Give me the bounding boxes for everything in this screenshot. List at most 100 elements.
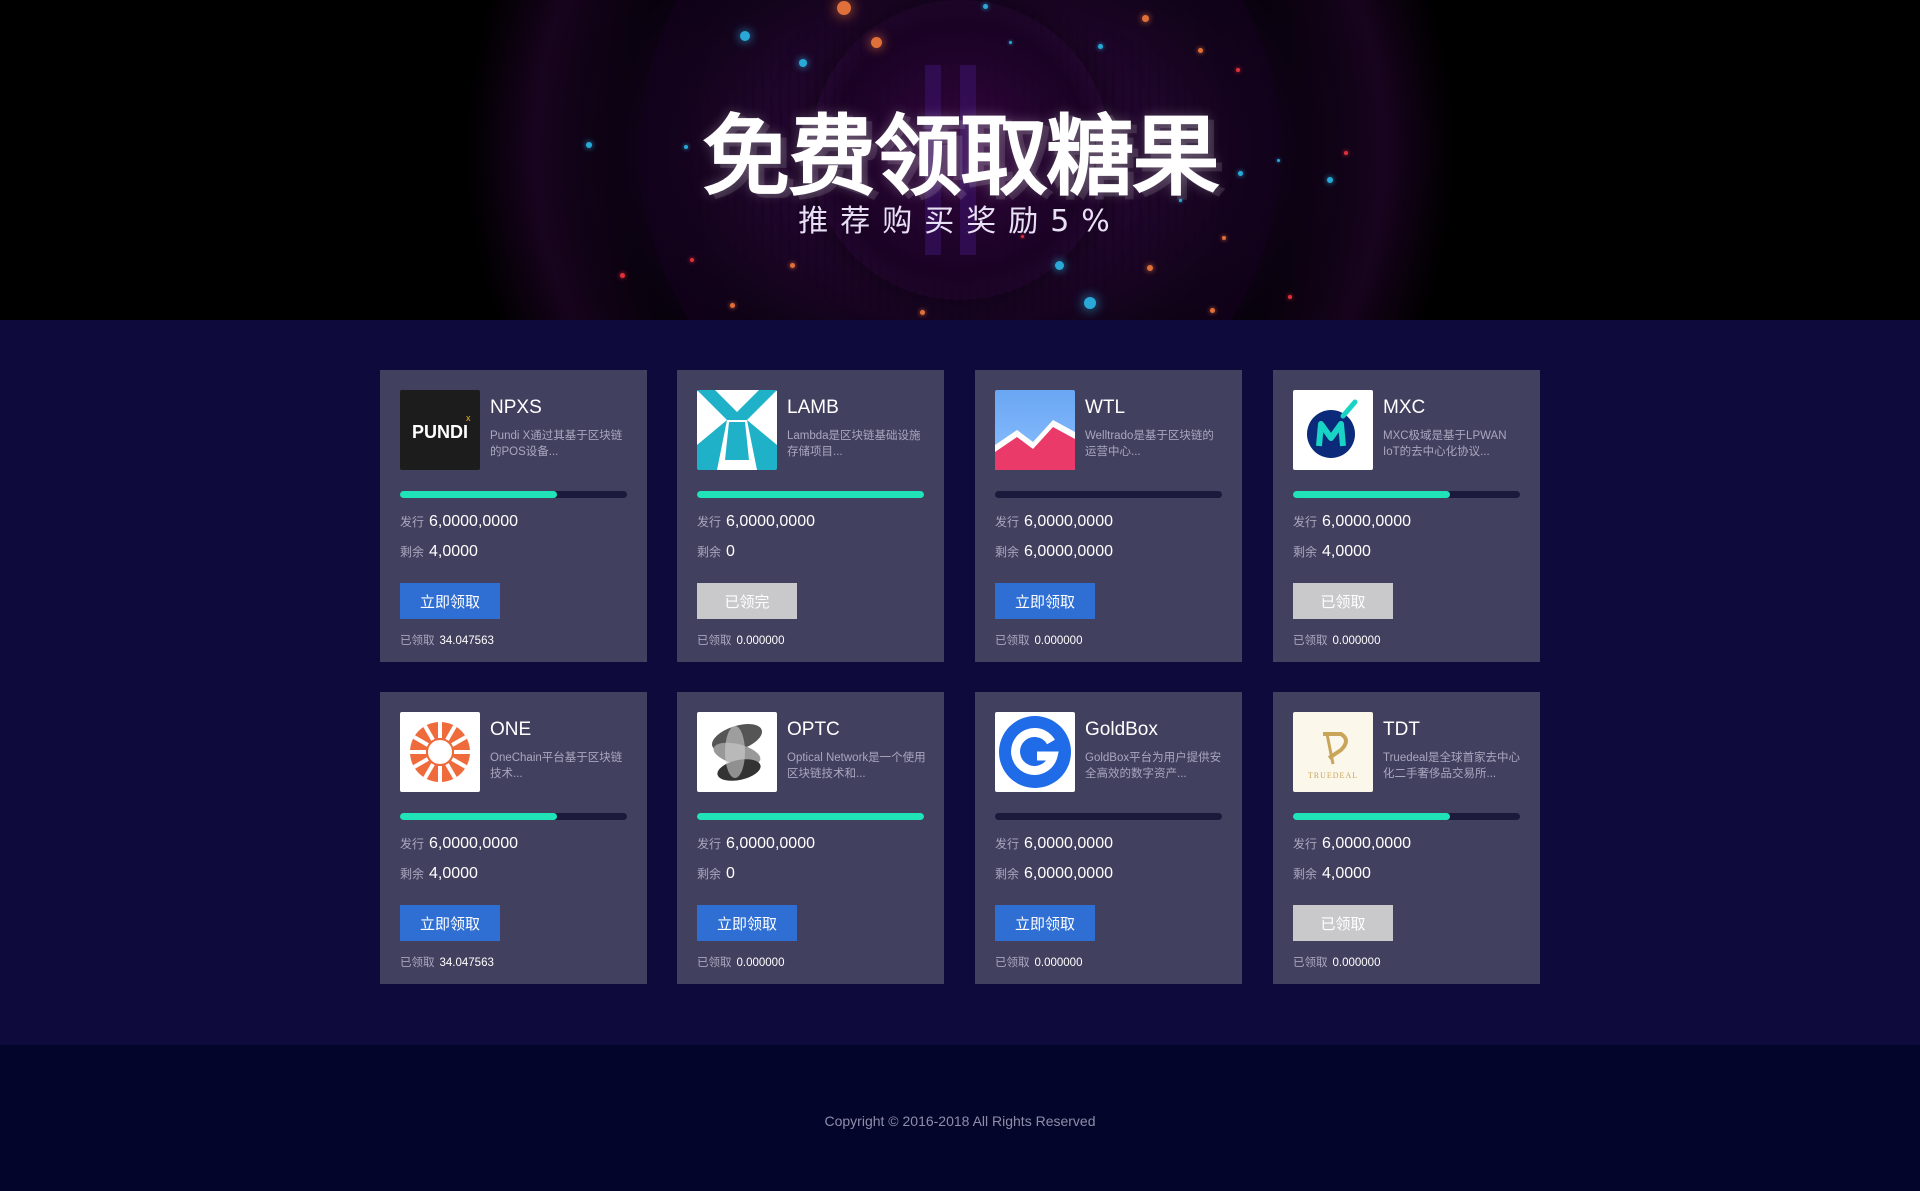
remaining-label: 剩余 <box>697 867 722 881</box>
claim-progress-fill <box>400 813 557 820</box>
issued-row: 发行 6,0000,0000 <box>697 835 815 853</box>
claimed-row: 已领取 0.000000 <box>697 632 784 648</box>
token-description: Pundi X通过其基于区块链的POS设备... <box>490 430 623 458</box>
claimed-row: 已领取 0.000000 <box>995 632 1082 648</box>
claimed-row: 已领取 0.000000 <box>1293 954 1380 970</box>
particle-dot <box>870 36 882 48</box>
particle-dot <box>799 59 807 67</box>
remaining-label: 剩余 <box>995 867 1020 881</box>
claim-button[interactable]: 立即领取 <box>995 583 1095 619</box>
particle-dot <box>1097 43 1103 49</box>
welltrado-logo-icon <box>995 390 1075 470</box>
issued-row: 发行 6,0000,0000 <box>400 513 518 531</box>
svg-text:TRUEDEAL: TRUEDEAL <box>1308 771 1358 780</box>
remaining-value: 0 <box>726 543 735 560</box>
issued-value: 6,0000,0000 <box>1322 835 1411 852</box>
particle-dot <box>1054 260 1064 270</box>
claim-button[interactable]: 已领完 <box>697 583 797 619</box>
remaining-label: 剩余 <box>995 545 1020 559</box>
token-name: WTL <box>1085 397 1126 418</box>
token-card-goldbox: GoldBox GoldBox平台为用户提供安全高效的数字资产... 发行 6,000… <box>975 692 1242 984</box>
remaining-row: 剩余 4,0000 <box>1293 543 1371 561</box>
remaining-value: 0 <box>726 865 735 882</box>
particle-dot <box>982 3 988 9</box>
claim-progress-bar <box>400 491 627 498</box>
token-description: Welltrado是基于区块链的运营中心... <box>1085 430 1214 458</box>
optical-network-logo-icon <box>697 712 777 792</box>
issued-label: 发行 <box>995 837 1020 851</box>
issued-row: 发行 6,0000,0000 <box>1293 513 1411 531</box>
token-card-wtl: WTL Welltrado是基于区块链的运营中心... 发行 6,0000,0000 剩… <box>975 370 1242 662</box>
remaining-value: 6,0000,0000 <box>1024 543 1113 560</box>
lambda-logo-icon <box>697 390 777 470</box>
token-name: LAMB <box>787 397 839 418</box>
remaining-row: 剩余 0 <box>697 865 735 883</box>
claimed-value: 34.047563 <box>439 957 494 969</box>
remaining-row: 剩余 4,0000 <box>1293 865 1371 883</box>
claimed-value: 0.000000 <box>736 635 785 647</box>
particle-dot <box>1008 40 1012 44</box>
claimed-label: 已领取 <box>400 635 435 647</box>
token-card-tdt: TRUEDEAL TDT Truedeal是全球首家去中心化二手奢侈品交易所... 发… <box>1273 692 1540 984</box>
claim-button[interactable]: 已领取 <box>1293 905 1393 941</box>
issued-value: 6,0000,0000 <box>726 835 815 852</box>
claimed-label: 已领取 <box>400 957 435 969</box>
claimed-label: 已领取 <box>995 957 1030 969</box>
remaining-row: 剩余 4,0000 <box>400 865 478 883</box>
claimed-row: 已领取 34.047563 <box>400 632 494 648</box>
issued-label: 发行 <box>697 515 722 529</box>
issued-label: 发行 <box>1293 515 1318 529</box>
remaining-row: 剩余 0 <box>697 543 735 561</box>
remaining-label: 剩余 <box>697 545 722 559</box>
particle-dot <box>619 272 625 278</box>
remaining-row: 剩余 6,0000,0000 <box>995 865 1113 883</box>
token-description: Truedeal是全球首家去中心化二手奢侈品交易所... <box>1383 752 1520 780</box>
claimed-row: 已领取 0.000000 <box>697 954 784 970</box>
token-card-optc: OPTC Optical Network是一个使用区块链技术和... 发行 6,000… <box>677 692 944 984</box>
claimed-value: 0.000000 <box>1332 957 1381 969</box>
issued-value: 6,0000,0000 <box>726 513 815 530</box>
token-name: TDT <box>1383 719 1420 740</box>
claimed-value: 0.000000 <box>1034 635 1083 647</box>
claim-button[interactable]: 已领取 <box>1293 583 1393 619</box>
token-section: PUNDI x NPXS Pundi X通过其基于区块链的POS设备... 发行 6,00… <box>0 320 1920 1045</box>
claim-button[interactable]: 立即领取 <box>400 583 500 619</box>
token-card-lamb: LAMB Lambda是区块链基础设施存储项目... 发行 6,0000,0000 剩余… <box>677 370 944 662</box>
claim-button[interactable]: 立即领取 <box>400 905 500 941</box>
remaining-label: 剩余 <box>1293 867 1318 881</box>
token-description: OneChain平台基于区块链技术... <box>490 752 623 780</box>
claimed-row: 已领取 0.000000 <box>995 954 1082 970</box>
claim-progress-bar <box>400 813 627 820</box>
token-name: MXC <box>1383 397 1426 418</box>
particle-dot <box>729 302 735 308</box>
claim-button[interactable]: 立即领取 <box>995 905 1095 941</box>
token-card-npxs: PUNDI x NPXS Pundi X通过其基于区块链的POS设备... 发行 6,00… <box>380 370 647 662</box>
issued-label: 发行 <box>400 837 425 851</box>
claimed-value: 0.000000 <box>1332 635 1381 647</box>
particle-dot <box>789 262 795 268</box>
claim-progress-bar <box>995 813 1222 820</box>
claimed-value: 34.047563 <box>439 635 494 647</box>
claim-button[interactable]: 立即领取 <box>697 905 797 941</box>
claim-progress-bar <box>697 813 924 820</box>
remaining-row: 剩余 4,0000 <box>400 543 478 561</box>
token-card-mxc: MXC MXC极域是基于LPWAN IoT的去中心化协议... 发行 6,0000,0… <box>1273 370 1540 662</box>
claimed-label: 已领取 <box>697 957 732 969</box>
token-description: Optical Network是一个使用区块链技术和... <box>787 752 926 780</box>
claimed-value: 0.000000 <box>1034 957 1083 969</box>
mxc-logo-icon <box>1293 390 1373 470</box>
claimed-label: 已领取 <box>995 635 1030 647</box>
token-name: OPTC <box>787 719 840 740</box>
claim-progress-bar <box>1293 813 1520 820</box>
truedeal-logo-icon: TRUEDEAL <box>1293 712 1373 792</box>
hero-title: 免费领取糖果 <box>701 105 1220 208</box>
claimed-label: 已领取 <box>1293 957 1328 969</box>
claim-progress-fill <box>697 813 924 820</box>
particle-dot <box>1084 297 1096 309</box>
claimed-row: 已领取 34.047563 <box>400 954 494 970</box>
particle-dot <box>1141 14 1149 22</box>
claim-progress-fill <box>1293 813 1450 820</box>
claim-progress-bar <box>1293 491 1520 498</box>
claim-progress-fill <box>400 491 557 498</box>
issued-label: 发行 <box>995 515 1020 529</box>
